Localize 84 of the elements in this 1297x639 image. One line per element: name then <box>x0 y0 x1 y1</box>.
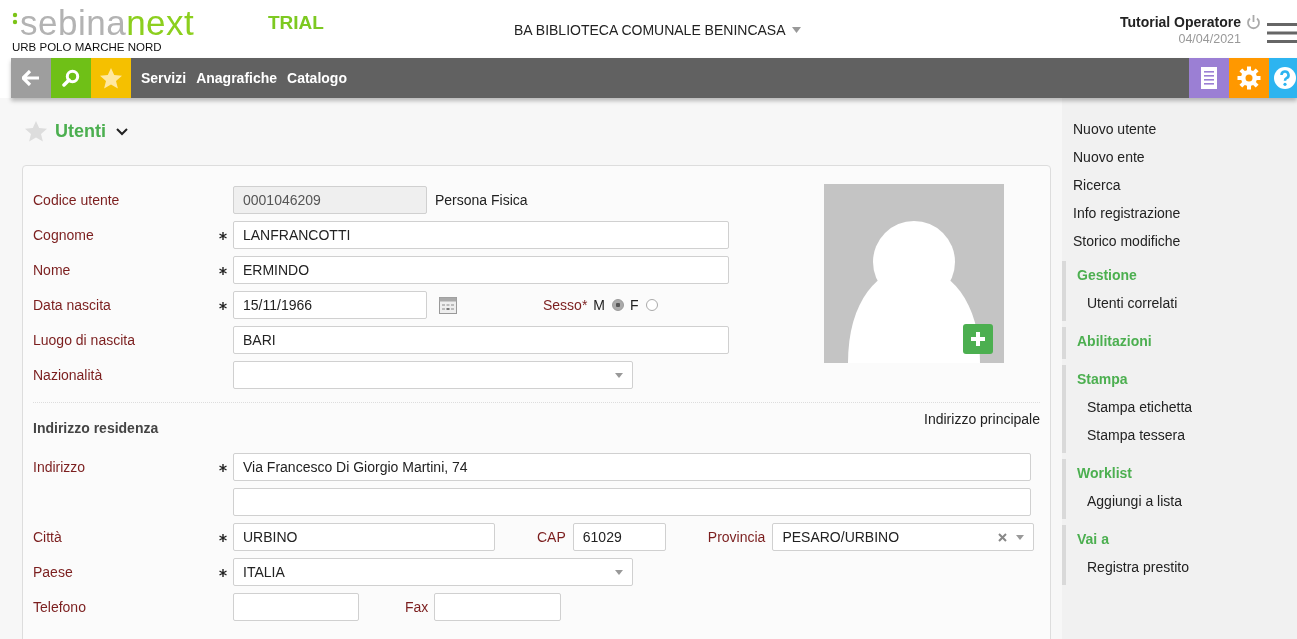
chevron-down-icon[interactable] <box>116 127 128 136</box>
back-button[interactable] <box>11 58 51 98</box>
document-button[interactable] <box>1189 58 1229 98</box>
sidebar-action[interactable]: Nuovo utente <box>1062 115 1157 143</box>
caret-icon <box>615 569 623 575</box>
search-button[interactable] <box>51 58 91 98</box>
field-label: Telefono <box>33 599 87 615</box>
input-field[interactable] <box>434 593 562 621</box>
favorites-button[interactable] <box>91 58 131 98</box>
power-icon[interactable] <box>1246 14 1261 30</box>
sidebar-action[interactable]: Stampa etichetta <box>1066 393 1193 421</box>
user-type: Persona Fisica <box>435 192 528 208</box>
input-field[interactable]: 0001046209 <box>233 186 427 214</box>
sidebar-group-title: Stampa <box>1076 370 1128 389</box>
settings-icon <box>1237 66 1261 90</box>
radio-button[interactable] <box>612 299 625 311</box>
select-field[interactable]: PESARO/URBINO <box>772 523 1035 551</box>
library-selector[interactable]: BA BIBLIOTECA COMUNALE BENINCASA <box>514 22 801 38</box>
page-title: Utenti <box>55 121 106 142</box>
sidebar-action[interactable]: Utenti correlati <box>1066 289 1178 317</box>
radio-label: M <box>593 297 606 313</box>
logo: sebinanext <box>20 4 195 42</box>
field-label: Paese <box>33 564 74 580</box>
field-label: Cognome <box>33 227 95 243</box>
field-label: Sesso* <box>543 297 588 313</box>
input-field[interactable]: BARI <box>233 326 729 354</box>
sidebar-group-title: Worklist <box>1076 464 1132 483</box>
sidebar-group-title: Abilitazioni <box>1076 332 1152 351</box>
sidebar-action[interactable]: Info registrazione <box>1062 199 1181 227</box>
input-field[interactable]: 61029 <box>572 523 666 551</box>
caret-icon <box>615 372 623 378</box>
field-label: Nome <box>33 262 72 278</box>
input-field[interactable] <box>233 488 1031 516</box>
menu-item[interactable]: Anagrafiche <box>186 58 278 98</box>
input-field[interactable] <box>233 593 359 621</box>
section-title: Indirizzo residenza <box>33 420 159 436</box>
clear-icon[interactable] <box>998 532 1008 542</box>
sidebar-group-title: Vai a <box>1076 530 1109 549</box>
settings-button[interactable] <box>1229 58 1269 98</box>
trial-label: TRIAL <box>268 12 324 34</box>
sidebar-action[interactable]: Registra prestito <box>1066 553 1189 581</box>
field-label: Nazionalità <box>33 367 104 383</box>
sidebar-group-title: Gestione <box>1076 266 1137 285</box>
user-name: Tutorial Operatore <box>1119 14 1241 30</box>
field-label: Data nascita <box>33 297 112 313</box>
star-icon <box>100 67 122 89</box>
input-field[interactable]: Via Francesco Di Giorgio Martini, 74 <box>233 453 1031 481</box>
calendar-icon[interactable] <box>439 296 457 314</box>
field-label: Luogo di nascita <box>33 332 136 348</box>
session-date: 04/04/2021 <box>1178 32 1241 46</box>
sidebar-action[interactable]: Ricerca <box>1062 171 1121 199</box>
input-field[interactable]: ERMINDO <box>233 256 729 284</box>
document-icon <box>1200 66 1218 90</box>
date-field[interactable]: 15/11/1966 <box>233 291 427 319</box>
field-label: Provincia <box>707 529 766 545</box>
field-label: CAP <box>537 529 566 545</box>
menu-item[interactable]: Catalogo <box>277 58 347 98</box>
field-label: Città <box>33 529 63 545</box>
input-field[interactable]: LANFRANCOTTI <box>233 221 729 249</box>
sidebar-action[interactable]: Aggiungi a lista <box>1066 487 1182 515</box>
select-field[interactable]: ITALIA <box>233 558 633 586</box>
field-label: Fax <box>405 599 429 615</box>
caret-icon <box>1016 534 1025 540</box>
sidebar-action[interactable]: Storico modifiche <box>1062 227 1181 255</box>
menu-icon[interactable] <box>1267 23 1297 43</box>
plus-icon <box>970 331 986 347</box>
favorite-star-icon[interactable] <box>25 121 47 142</box>
organization-name: URB POLO MARCHE NORD <box>12 41 163 53</box>
radio-label: F <box>630 297 639 313</box>
radio-button[interactable] <box>645 299 658 311</box>
menu-item[interactable]: Servizi <box>131 58 187 98</box>
address-type: Indirizzo principale <box>924 411 1040 427</box>
help-icon <box>1273 66 1297 90</box>
select-field[interactable] <box>233 361 633 389</box>
field-label: Indirizzo <box>33 459 87 475</box>
field-label: Codice utente <box>33 192 121 208</box>
search-icon <box>62 69 80 87</box>
sidebar-action[interactable]: Stampa tessera <box>1066 421 1186 449</box>
input-field[interactable]: URBINO <box>233 523 495 551</box>
add-photo-button[interactable] <box>963 324 993 354</box>
help-button[interactable] <box>1269 58 1297 98</box>
sidebar-action[interactable]: Nuovo ente <box>1062 143 1145 171</box>
back-arrow-icon <box>22 70 40 86</box>
caret-icon <box>791 27 801 33</box>
